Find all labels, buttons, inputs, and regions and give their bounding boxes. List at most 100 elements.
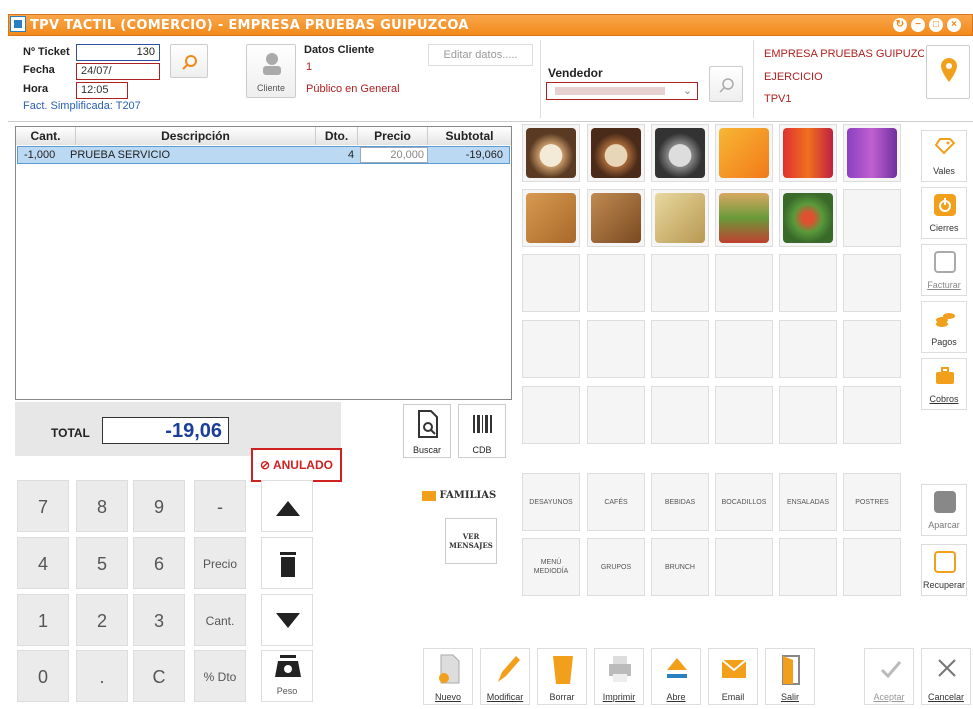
family-menu-mediodia[interactable]: MENÚ MEDIODÍA [522, 538, 580, 596]
key-8[interactable]: 8 [76, 480, 128, 532]
key-cant[interactable]: Cant. [194, 594, 246, 646]
empty-product-tile[interactable] [779, 254, 837, 312]
abre-button[interactable]: Abre [651, 648, 701, 705]
column-header-dto[interactable]: Dto. [316, 127, 358, 145]
key-4[interactable]: 4 [17, 537, 69, 589]
key-2[interactable]: 2 [76, 594, 128, 646]
pagos-button[interactable]: Pagos [921, 301, 967, 353]
key-decimal[interactable]: . [76, 650, 128, 702]
move-up-button[interactable] [261, 480, 313, 532]
ticket-lines-table[interactable]: Cant. Descripción Dto. Precio Subtotal -… [15, 126, 512, 400]
product-tile[interactable] [715, 189, 773, 247]
empty-product-tile[interactable] [651, 254, 709, 312]
empty-product-tile[interactable] [522, 320, 580, 378]
imprimir-button[interactable]: Imprimir [594, 648, 644, 705]
email-button[interactable]: Email [708, 648, 758, 705]
ticket-number-field[interactable]: 130 [76, 44, 160, 61]
empty-family-tile[interactable] [715, 538, 773, 596]
product-tile[interactable] [522, 124, 580, 182]
fecha-field[interactable]: 24/07/ [76, 63, 160, 80]
product-tile[interactable] [587, 189, 645, 247]
borrar-button[interactable]: Borrar [537, 648, 587, 705]
key-1[interactable]: 1 [17, 594, 69, 646]
empty-product-tile[interactable] [715, 254, 773, 312]
vales-button[interactable]: Vales [921, 130, 967, 182]
empty-product-tile[interactable] [522, 386, 580, 444]
family-desayunos[interactable]: DESAYUNOS [522, 473, 580, 531]
empty-product-tile[interactable] [715, 386, 773, 444]
minimize-window-icon[interactable]: − [911, 18, 925, 32]
product-tile[interactable] [651, 189, 709, 247]
product-tile[interactable] [843, 124, 901, 182]
empty-product-tile[interactable] [779, 320, 837, 378]
table-row[interactable]: -1,000 PRUEBA SERVICIO 4 20,000 -19,060 [17, 146, 510, 164]
aceptar-button[interactable]: Aceptar [864, 648, 914, 705]
modificar-button[interactable]: Modificar [480, 648, 530, 705]
family-brunch[interactable]: BRUNCH [651, 538, 709, 596]
empty-product-tile[interactable] [843, 386, 901, 444]
cliente-button[interactable]: Cliente [246, 44, 296, 98]
product-tile[interactable] [779, 189, 837, 247]
family-postres[interactable]: POSTRES [843, 473, 901, 531]
close-window-icon[interactable]: × [947, 18, 961, 32]
refresh-window-icon[interactable]: ↻ [893, 18, 907, 32]
column-header-cant[interactable]: Cant. [16, 127, 76, 145]
cell-precio[interactable]: 20,000 [360, 147, 428, 163]
cobros-button[interactable]: Cobros [921, 358, 967, 410]
product-tile[interactable] [522, 189, 580, 247]
empty-product-tile[interactable] [843, 189, 901, 247]
search-ticket-button[interactable] [170, 44, 208, 78]
key-6[interactable]: 6 [133, 537, 185, 589]
key-percent-dto[interactable]: % Dto [194, 650, 246, 702]
product-tile[interactable] [715, 124, 773, 182]
search-vendedor-button[interactable] [709, 66, 743, 102]
empty-product-tile[interactable] [651, 320, 709, 378]
empty-product-tile[interactable] [843, 320, 901, 378]
column-header-subtotal[interactable]: Subtotal [428, 127, 511, 145]
key-3[interactable]: 3 [133, 594, 185, 646]
key-9[interactable]: 9 [133, 480, 185, 532]
buscar-button[interactable]: Buscar [403, 404, 451, 458]
cdb-button[interactable]: CDB [458, 404, 506, 458]
product-tile[interactable] [779, 124, 837, 182]
empty-product-tile[interactable] [587, 320, 645, 378]
empty-family-tile[interactable] [779, 538, 837, 596]
empty-product-tile[interactable] [587, 254, 645, 312]
family-cafes[interactable]: CAFÉS [587, 473, 645, 531]
column-header-precio[interactable]: Precio [358, 127, 428, 145]
empty-product-tile[interactable] [843, 254, 901, 312]
empty-product-tile[interactable] [651, 386, 709, 444]
family-ensaladas[interactable]: ENSALADAS [779, 473, 837, 531]
key-clear[interactable]: C [133, 650, 185, 702]
empty-product-tile[interactable] [715, 320, 773, 378]
facturar-button[interactable]: Facturar [921, 244, 967, 296]
key-minus[interactable]: - [194, 480, 246, 532]
move-down-button[interactable] [261, 594, 313, 646]
product-tile[interactable] [651, 124, 709, 182]
recuperar-button[interactable]: Recuperar [921, 544, 967, 596]
family-bebidas[interactable]: BEBIDAS [651, 473, 709, 531]
ver-mensajes-button[interactable]: VER MENSAJES [445, 518, 497, 564]
vendedor-select[interactable]: ⌄ [546, 82, 698, 100]
empty-product-tile[interactable] [522, 254, 580, 312]
empty-product-tile[interactable] [587, 386, 645, 444]
family-grupos[interactable]: GRUPOS [587, 538, 645, 596]
empty-family-tile[interactable] [843, 538, 901, 596]
editar-datos-input[interactable]: Editar datos..... [428, 44, 533, 66]
key-5[interactable]: 5 [76, 537, 128, 589]
peso-button[interactable]: Peso [261, 650, 313, 702]
salir-button[interactable]: Salir [765, 648, 815, 705]
nuevo-button[interactable]: Nuevo [423, 648, 473, 705]
hora-field[interactable]: 12:05 [76, 82, 128, 99]
aparcar-button[interactable]: Aparcar [921, 484, 967, 536]
cancelar-button[interactable]: Cancelar [921, 648, 971, 705]
key-precio[interactable]: Precio [194, 537, 246, 589]
cierres-button[interactable]: Cierres [921, 187, 967, 239]
delete-line-button[interactable] [261, 537, 313, 589]
column-header-descripcion[interactable]: Descripción [76, 127, 316, 145]
product-tile[interactable] [587, 124, 645, 182]
maximize-window-icon[interactable]: □ [929, 18, 943, 32]
key-0[interactable]: 0 [17, 650, 69, 702]
family-bocadillos[interactable]: BOCADILLOS [715, 473, 773, 531]
empty-product-tile[interactable] [779, 386, 837, 444]
